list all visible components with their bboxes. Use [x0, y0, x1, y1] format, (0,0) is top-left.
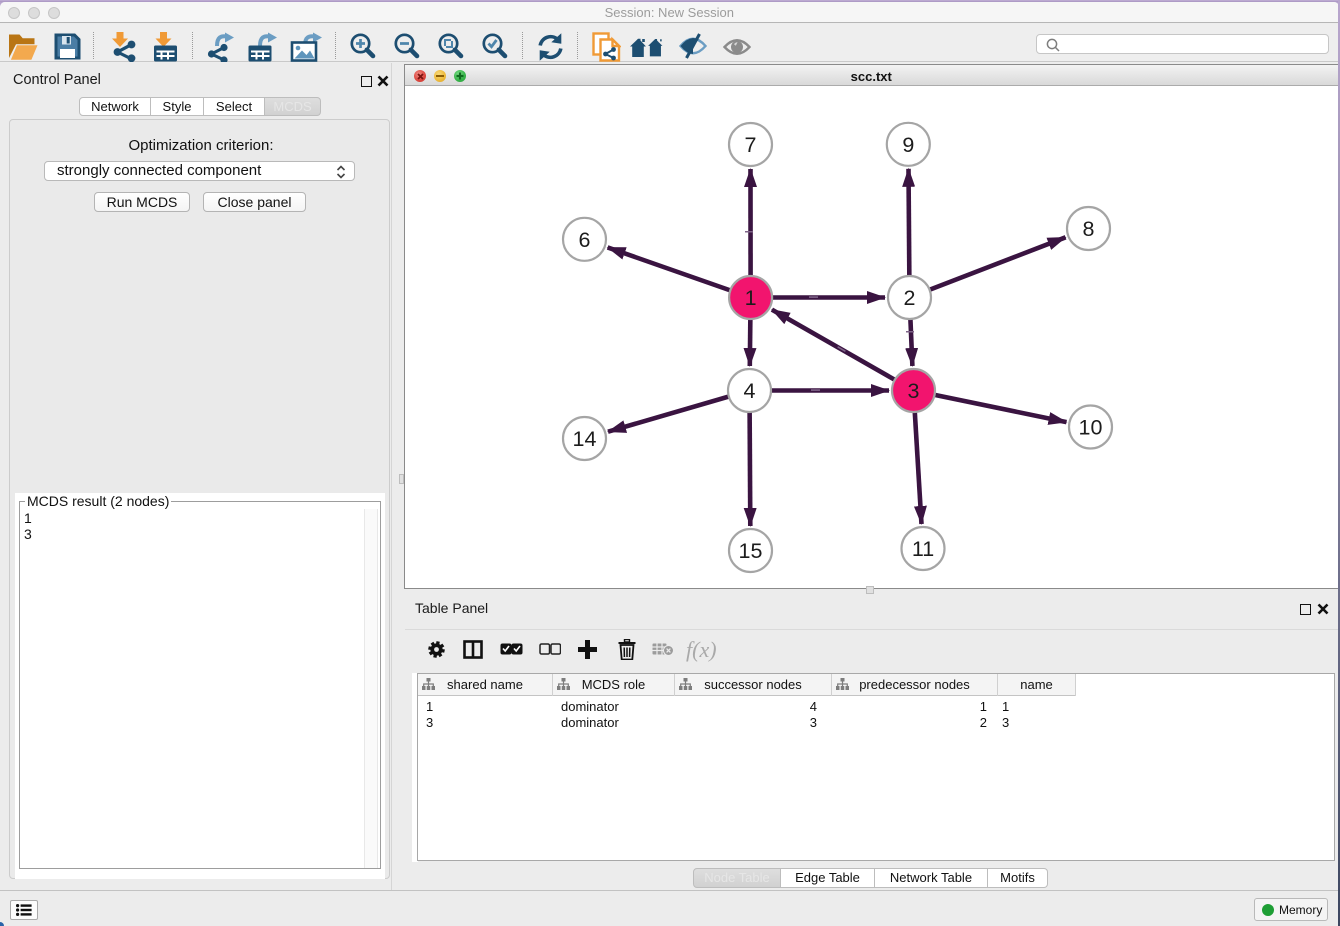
svg-text:6: 6: [579, 228, 591, 252]
svg-text:14: 14: [573, 427, 597, 451]
svg-text:8: 8: [1083, 217, 1095, 241]
svg-text:3: 3: [908, 379, 920, 403]
svg-text:7: 7: [745, 133, 757, 157]
svg-text:1: 1: [745, 286, 757, 310]
svg-text:11: 11: [912, 537, 934, 561]
svg-text:10: 10: [1079, 416, 1103, 440]
svg-text:9: 9: [902, 133, 914, 157]
svg-text:4: 4: [744, 379, 756, 403]
svg-text:15: 15: [739, 539, 763, 563]
svg-text:2: 2: [904, 286, 916, 310]
